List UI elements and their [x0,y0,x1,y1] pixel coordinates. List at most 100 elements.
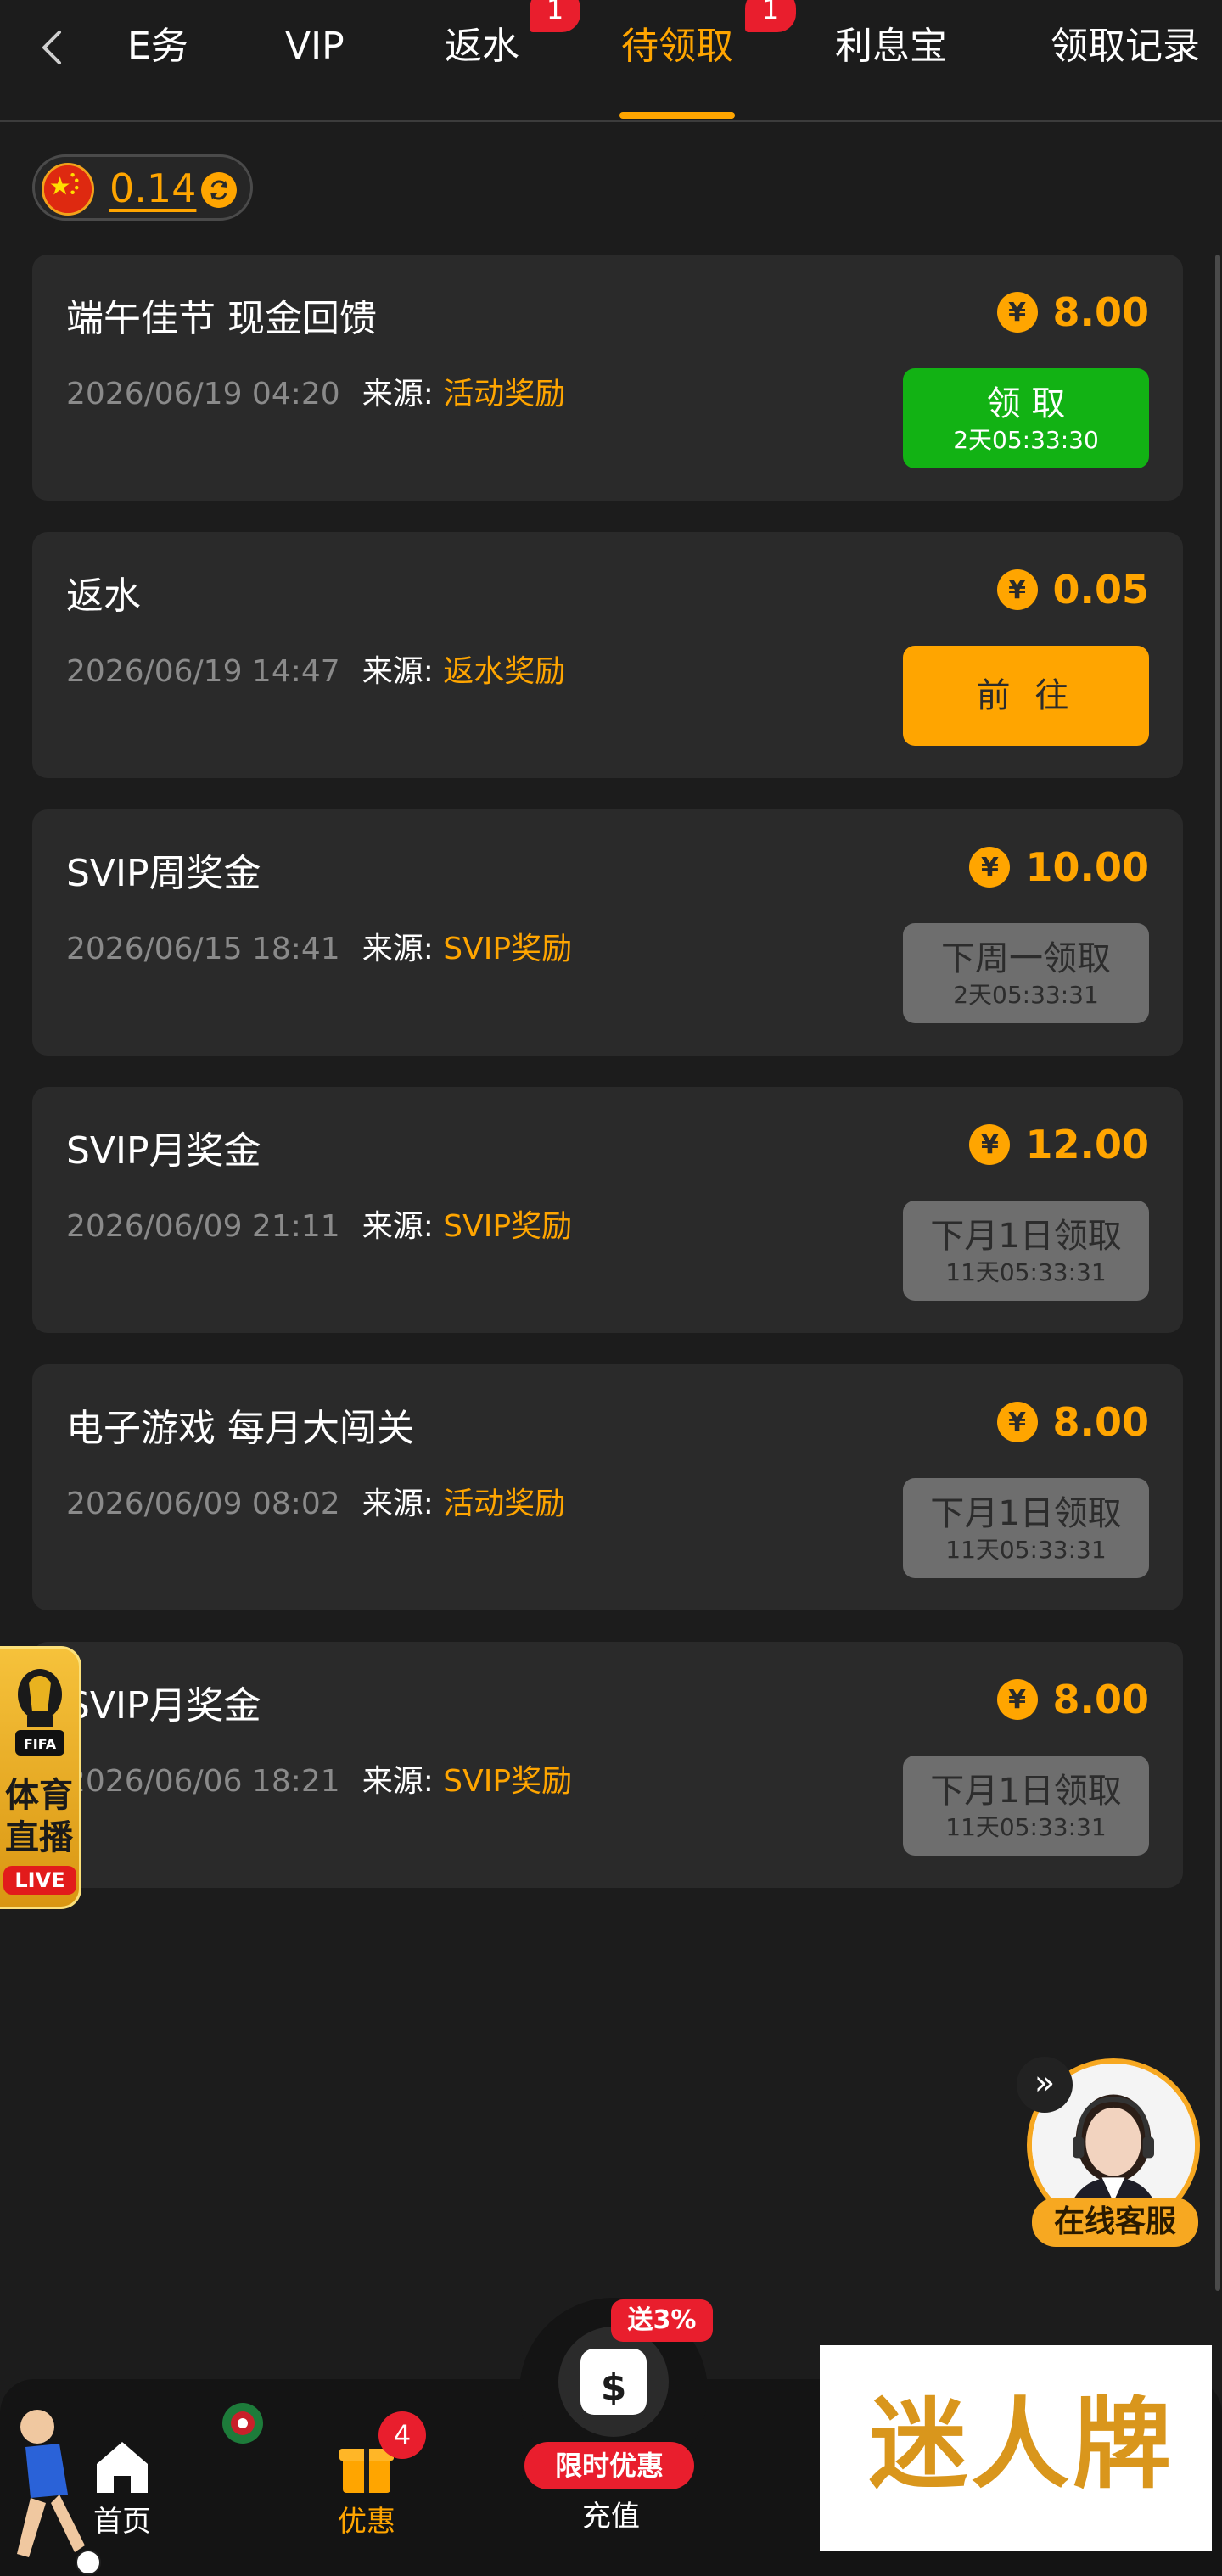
yen-coin-icon: ¥ [969,847,1011,888]
reward-meta: 2026/06/09 21:11 来源: SVIP奖励 [66,1206,572,1248]
back-button[interactable] [29,24,76,71]
reward-amount: ¥ 10.00 [969,840,1149,894]
reward-date: 2026/06/06 18:21 [66,1764,340,1799]
nav-promo-label: 优惠 [338,2505,395,2539]
customer-service-float[interactable]: » 在线客服 [1017,2053,1203,2248]
reward-amount: ¥ 8.00 [996,1395,1150,1449]
reward-amount-value: 0.05 [1052,567,1150,613]
reward-date: 2026/06/09 08:02 [66,1487,340,1521]
claim-button[interactable]: 领 取 2天05:33:30 [903,368,1149,468]
reward-title: SVIP月奖金 [66,1684,261,1728]
locked-claim-countdown: 11天05:33:31 [945,1258,1107,1286]
active-tab-indicator [619,112,735,119]
reward-amount: ¥ 12.00 [969,1117,1149,1172]
tab-tasks[interactable]: E务 [127,17,188,76]
refresh-icon[interactable] [201,172,237,208]
tab-rebate-badge: 1 [530,0,580,32]
live-badge: LIVE [3,1866,76,1895]
tab-rebate[interactable]: 返水 [445,17,519,76]
double-chevron-right-icon[interactable]: » [1017,2057,1073,2113]
reward-amount-value: 12.00 [1025,1122,1149,1168]
scrollbar[interactable] [1215,255,1220,2291]
nav-recharge-label: 充值 [582,2500,640,2534]
claim-button-label: 领 取 [986,384,1066,423]
ad-banner-text: 迷人牌 [869,2387,1174,2502]
reward-title: 端午佳节 现金回馈 [66,297,377,340]
reward-meta: 2026/06/19 04:20 来源: 活动奖励 [66,373,565,416]
locked-claim-countdown: 11天05:33:31 [945,1813,1107,1841]
reward-meta: 2026/06/19 14:47 来源: 返水奖励 [66,651,565,693]
chevron-left-icon [42,31,61,64]
reward-meta: 2026/06/09 08:02 来源: 活动奖励 [66,1483,565,1526]
locked-claim-label: 下月1日领取 [930,1217,1122,1256]
world-cup-trophy-icon: FIFA [15,1669,64,1756]
yen-coin-icon: ¥ [969,1124,1011,1165]
reward-card: SVIP月奖金 ¥ 12.00 2026/06/09 21:11 来源: SVIP… [32,1087,1183,1333]
reward-amount-value: 8.00 [1052,289,1150,335]
svg-text:$: $ [601,2366,627,2409]
nav-promo[interactable]: 优惠 4 [299,2411,434,2540]
go-button[interactable]: 前 往 [903,646,1149,746]
reward-date: 2026/06/19 14:47 [66,654,340,689]
reward-source: SVIP奖励 [443,932,573,966]
reward-card: 端午佳节 现金回馈 ¥ 8.00 2026/06/19 04:20 来源: 活动奖… [32,255,1183,501]
recharge-icon-bg: $ [558,2327,669,2437]
promo-count-badge: 4 [378,2411,426,2459]
claim-countdown: 2天05:33:30 [953,426,1099,454]
reward-date: 2026/06/15 18:41 [66,932,340,966]
soccer-player-illustration [0,2393,102,2576]
reward-source-label: 来源: [362,932,434,966]
locked-claim-button[interactable]: 下月1日领取 11天05:33:31 [903,1478,1149,1578]
sports-live-float[interactable]: FIFA 体育直播 LIVE [0,1646,81,1909]
customer-service-label: 在线客服 [1032,2198,1198,2247]
tab-pending[interactable]: 待领取 [621,17,733,76]
reward-source-label: 来源: [362,1209,434,1244]
money-bag-icon: $ [580,2349,647,2415]
locked-claim-countdown: 2天05:33:31 [953,981,1099,1009]
reward-amount-value: 10.00 [1025,844,1149,890]
reward-date: 2026/06/09 21:11 [66,1209,340,1244]
reward-date: 2026/06/19 04:20 [66,377,340,412]
yen-coin-icon: ¥ [996,1679,1038,1720]
reward-title: 返水 [66,574,141,618]
limited-offer-tag: 限时优惠 [524,2442,694,2489]
sports-live-label: 体育直播 [5,1776,73,1857]
tab-records[interactable]: 领取记录 [1051,17,1200,76]
tab-interest[interactable]: 利息宝 [835,17,947,76]
locked-claim-button[interactable]: 下月1日领取 11天05:33:31 [903,1201,1149,1301]
yen-coin-icon: ¥ [996,569,1038,610]
locked-claim-button[interactable]: 下月1日领取 11天05:33:31 [903,1756,1149,1856]
reward-card: 返水 ¥ 0.05 2026/06/19 14:47 来源: 返水奖励 前 往 [32,532,1183,778]
reward-source-label: 来源: [362,654,434,689]
reward-meta: 2026/06/15 18:41 来源: SVIP奖励 [66,928,572,971]
reward-source-label: 来源: [362,377,434,412]
reward-source: SVIP奖励 [443,1209,573,1244]
reward-title: SVIP周奖金 [66,852,261,895]
yen-coin-icon: ¥ [996,1402,1038,1442]
reward-amount-value: 8.00 [1052,1677,1150,1722]
china-flag-icon [42,163,94,216]
locked-claim-label: 下月1日领取 [930,1494,1122,1533]
reward-card: SVIP周奖金 ¥ 10.00 2026/06/15 18:41 来源: SVIP… [32,809,1183,1056]
tab-pending-badge: 1 [745,0,796,32]
balance-pill: 0.14 [32,154,253,221]
reward-meta: 2026/06/06 18:21 来源: SVIP奖励 [66,1761,572,1803]
locked-claim-label: 下月1日领取 [930,1772,1122,1811]
locked-claim-button[interactable]: 下周一领取 2天05:33:31 [903,923,1149,1023]
trophy-label: FIFA [24,1736,57,1752]
reward-source: SVIP奖励 [443,1764,573,1799]
tab-vip[interactable]: VIP [285,17,345,76]
recharge-bonus-badge: 送3% [611,2299,713,2342]
reward-source: 返水奖励 [443,654,566,689]
reward-source-label: 来源: [362,1764,434,1799]
casino-chip-icon [219,2400,266,2447]
reward-amount: ¥ 8.00 [996,1672,1150,1727]
reward-amount: ¥ 8.00 [996,285,1150,339]
reward-amount-value: 8.00 [1052,1399,1150,1445]
locked-claim-countdown: 11天05:33:31 [945,1536,1107,1564]
reward-card: 电子游戏 每月大闯关 ¥ 8.00 2026/06/09 08:02 来源: 活动… [32,1364,1183,1610]
reward-source: 活动奖励 [443,1487,566,1521]
ad-banner[interactable]: 迷人牌 [820,2345,1212,2551]
reward-card: SVIP月奖金 ¥ 8.00 2026/06/06 18:21 来源: SVIP奖… [32,1642,1183,1888]
locked-claim-label: 下周一领取 [941,939,1111,978]
